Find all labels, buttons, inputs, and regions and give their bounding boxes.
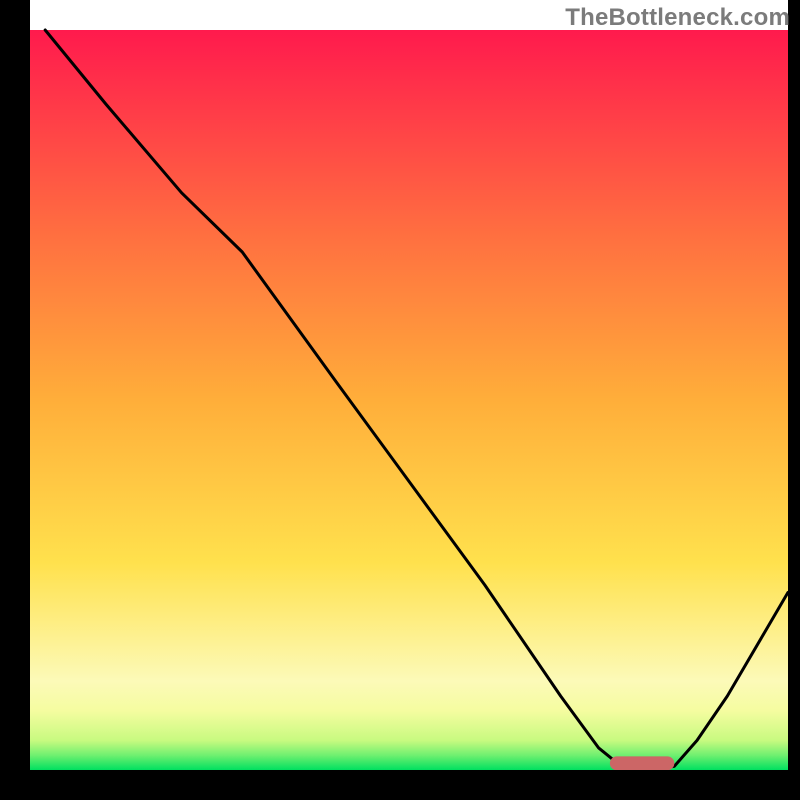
watermark-text: TheBottleneck.com (565, 4, 790, 32)
chart-container: { "watermark": "TheBottleneck.com", "cha… (0, 0, 800, 800)
frame-edge (0, 770, 800, 800)
highlight-marker (610, 756, 674, 770)
chart-svg (0, 0, 800, 800)
frame-edge (0, 0, 30, 800)
gradient-background (30, 30, 788, 770)
frame-edge (788, 0, 800, 800)
